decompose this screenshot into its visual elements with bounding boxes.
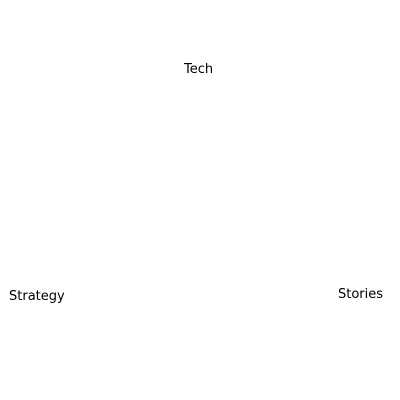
diagram-canvas: Tech Strategy Stories: [0, 0, 400, 400]
label-strategy: Strategy: [9, 289, 65, 304]
label-tech: Tech: [184, 62, 214, 77]
label-stories: Stories: [338, 287, 384, 302]
